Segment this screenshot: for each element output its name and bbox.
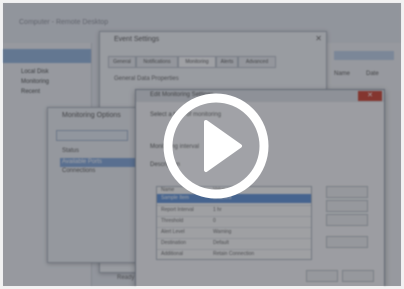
play-button[interactable] [162,92,270,200]
play-icon [163,93,269,199]
